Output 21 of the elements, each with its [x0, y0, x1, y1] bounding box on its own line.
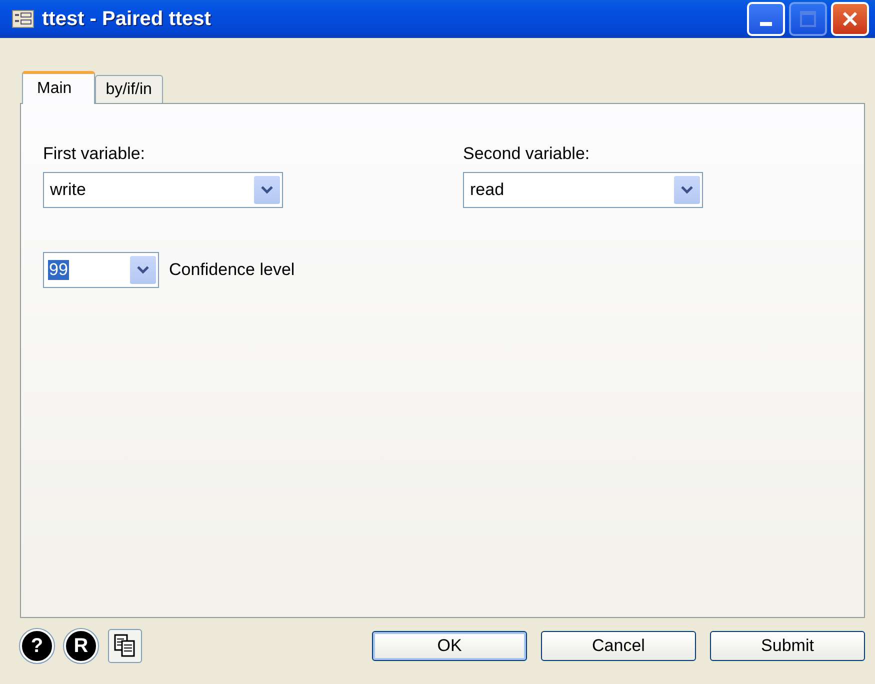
- r-button[interactable]: R: [64, 629, 98, 663]
- variable-dropdown[interactable]: write: [43, 172, 283, 208]
- close-button[interactable]: [831, 2, 869, 36]
- dialog-button[interactable]: Cancel: [541, 631, 696, 661]
- app-icon: [12, 10, 34, 28]
- field-label: Second variable:: [463, 144, 591, 164]
- close-icon: [842, 11, 858, 27]
- minimize-button[interactable]: [747, 2, 785, 36]
- variable-dropdown[interactable]: read: [463, 172, 703, 208]
- dialog-button[interactable]: OK: [372, 631, 527, 661]
- copy-button[interactable]: [108, 629, 142, 663]
- window-title: ttest - Paired ttest: [42, 8, 212, 30]
- dialog-button[interactable]: Submit: [710, 631, 865, 661]
- confidence-dropdown[interactable]: 99: [43, 252, 159, 288]
- tab[interactable]: Main: [22, 71, 95, 104]
- maximize-icon: [800, 11, 816, 27]
- minimize-icon: [760, 22, 772, 26]
- help-button[interactable]: ?: [20, 629, 54, 663]
- field-label: First variable:: [43, 144, 146, 164]
- tab[interactable]: by/if/in: [94, 75, 163, 103]
- confidence-label: Confidence level: [169, 260, 295, 280]
